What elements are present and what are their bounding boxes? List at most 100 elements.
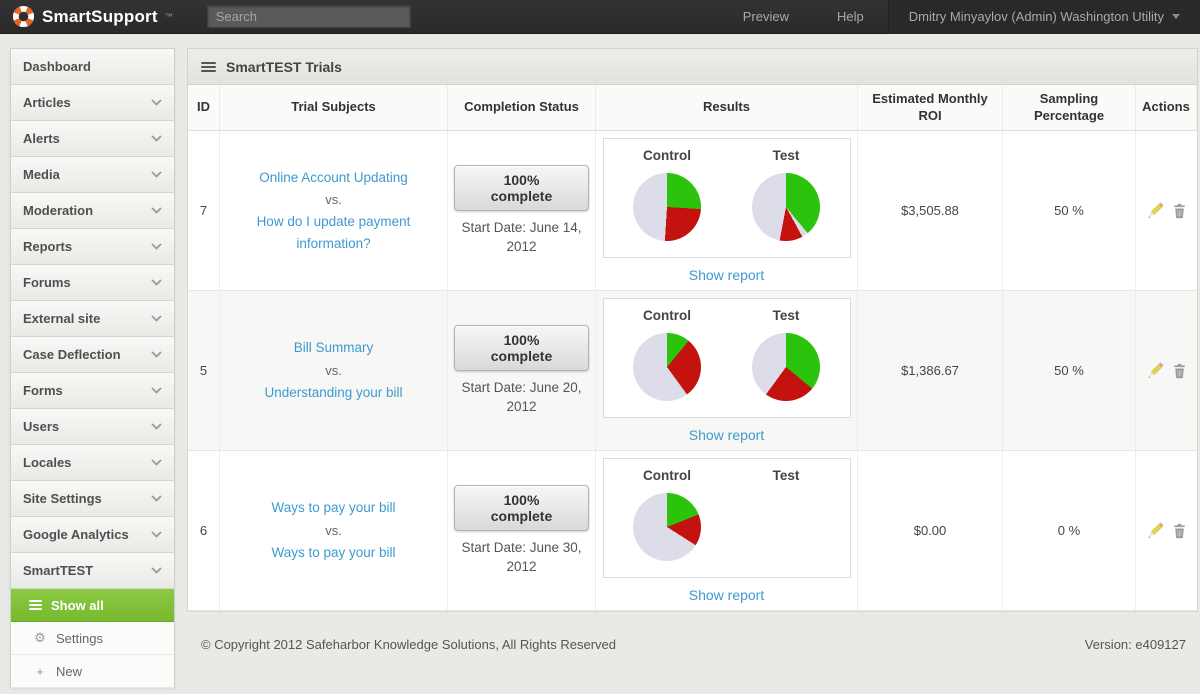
sidebar-item-label: Forums [23, 275, 71, 290]
smarttest-submenu: Show all ⚙ Settings + New [11, 589, 174, 688]
gear-icon: ⚙ [34, 630, 46, 645]
page-title: SmartTEST Trials [226, 58, 342, 75]
brand-logo[interactable]: SmartSupport ™ [12, 5, 173, 28]
completion-status-button[interactable]: 100% complete [454, 164, 589, 211]
sidebar-item-label: Dashboard [23, 59, 91, 74]
roi-value: $0.00 [858, 451, 1003, 611]
results-cell: Control Test Show report [596, 291, 858, 451]
delete-trash-icon[interactable] [1171, 522, 1188, 540]
sampling-value: 50 % [1003, 291, 1136, 451]
roi-value: $3,505.88 [858, 131, 1003, 291]
actions-cell [1136, 131, 1197, 291]
brand-name: SmartSupport [42, 6, 158, 26]
column-header-completion-status: Completion Status [448, 85, 596, 131]
sampling-value: 0 % [1003, 451, 1136, 611]
subject-link[interactable]: Ways to pay your bill [271, 497, 395, 519]
subject-link[interactable]: Understanding your bill [264, 382, 402, 404]
sidebar-item-reports[interactable]: Reports [11, 229, 174, 265]
results-box: Control Test [602, 138, 851, 258]
sidebar-item-users[interactable]: Users [11, 409, 174, 445]
sidebar-item-label: External site [23, 311, 101, 326]
test-pie-chart [752, 173, 820, 241]
help-link[interactable]: Help [813, 0, 888, 34]
submenu-item-show-all[interactable]: Show all [11, 589, 174, 622]
roi-value: $1,386.67 [858, 291, 1003, 451]
results-cell: Control Test Show report [596, 451, 858, 611]
completion-status-button[interactable]: 100% complete [454, 484, 589, 531]
sidebar-item-dashboard[interactable]: Dashboard [11, 49, 174, 85]
edit-pencil-icon[interactable] [1146, 361, 1164, 380]
column-header-sampling: Sampling Percentage [1003, 85, 1136, 131]
brand-trademark: ™ [164, 12, 173, 21]
control-pie-chart [633, 173, 701, 241]
trials-table: ID Trial Subjects Completion Status Resu… [187, 85, 1198, 612]
sidebar-item-label: Alerts [23, 131, 60, 146]
results-box: Control Test [602, 458, 851, 578]
control-pie-chart [633, 493, 701, 561]
sidebar-item-label: Media [23, 167, 60, 182]
sidebar-item-label: Users [23, 419, 60, 434]
top-bar: SmartSupport ™ Preview Help Dmitry Minya… [0, 0, 1200, 34]
user-menu[interactable]: Dmitry Minyaylov (Admin) Washington Util… [887, 0, 1200, 34]
sidebar-item-label: Locales [23, 455, 72, 470]
actions-cell [1136, 451, 1197, 611]
chevron-down-icon [151, 423, 162, 430]
sidebar-item-case-deflection[interactable]: Case Deflection [11, 337, 174, 373]
submenu-item-label: Show all [51, 597, 104, 613]
sidebar-item-external-site[interactable]: External site [11, 301, 174, 337]
subject-link[interactable]: Online Account Updating [259, 167, 408, 189]
chevron-down-icon [151, 135, 162, 142]
list-icon [29, 598, 42, 612]
sidebar-item-locales[interactable]: Locales [11, 445, 174, 481]
results-box: Control Test [602, 298, 851, 418]
plus-icon: + [36, 663, 44, 679]
submenu-item-settings[interactable]: ⚙ Settings [11, 622, 174, 655]
sidebar-item-media[interactable]: Media [11, 157, 174, 193]
edit-pencil-icon[interactable] [1146, 201, 1164, 220]
lifebuoy-icon [12, 5, 35, 28]
subject-link[interactable]: Ways to pay your bill [271, 542, 395, 564]
test-pie-chart [752, 333, 820, 401]
completion-status-button[interactable]: 100% complete [454, 324, 589, 371]
sidebar-item-label: Articles [23, 95, 71, 110]
sidebar-item-forums[interactable]: Forums [11, 265, 174, 301]
sidebar-item-site-settings[interactable]: Site Settings [11, 481, 174, 517]
submenu-item-new[interactable]: + New [11, 655, 174, 688]
sidebar-item-moderation[interactable]: Moderation [11, 193, 174, 229]
show-report-link[interactable]: Show report [689, 587, 764, 603]
trial-id: 7 [188, 131, 220, 291]
search-input[interactable] [206, 5, 411, 28]
column-header-trial-subjects: Trial Subjects [220, 85, 448, 131]
sidebar-item-google-analytics[interactable]: Google Analytics [11, 517, 174, 553]
sidebar: Dashboard Articles Alerts Media Moderati… [10, 48, 175, 688]
preview-link[interactable]: Preview [719, 0, 813, 34]
trial-subjects: Ways to pay your bill vs. Ways to pay yo… [220, 451, 448, 611]
sidebar-item-forms[interactable]: Forms [11, 373, 174, 409]
delete-trash-icon[interactable] [1171, 362, 1188, 380]
subject-link[interactable]: How do I update payment information? [234, 211, 434, 254]
chevron-down-icon [151, 351, 162, 358]
actions-cell [1136, 291, 1197, 451]
control-label: Control [643, 468, 691, 483]
show-report-link[interactable]: Show report [689, 427, 764, 443]
control-label: Control [643, 308, 691, 323]
chevron-down-icon [151, 279, 162, 286]
chevron-down-icon [151, 531, 162, 538]
show-report-link[interactable]: Show report [689, 267, 764, 283]
delete-trash-icon[interactable] [1171, 202, 1188, 220]
sidebar-item-alerts[interactable]: Alerts [11, 121, 174, 157]
sidebar-item-articles[interactable]: Articles [11, 85, 174, 121]
chevron-down-icon [151, 99, 162, 106]
trial-id: 5 [188, 291, 220, 451]
edit-pencil-icon[interactable] [1146, 521, 1164, 540]
chevron-down-icon [151, 315, 162, 322]
trial-id: 6 [188, 451, 220, 611]
footer: © Copyright 2012 Safeharbor Knowledge So… [187, 611, 1198, 652]
sidebar-item-label: SmartTEST [23, 563, 94, 578]
column-header-actions: Actions [1136, 85, 1197, 131]
vs-label: vs. [325, 523, 342, 538]
sidebar-item-smarttest[interactable]: SmartTEST [11, 553, 174, 589]
control-pie-chart [633, 333, 701, 401]
vs-label: vs. [325, 363, 342, 378]
subject-link[interactable]: Bill Summary [294, 337, 374, 359]
